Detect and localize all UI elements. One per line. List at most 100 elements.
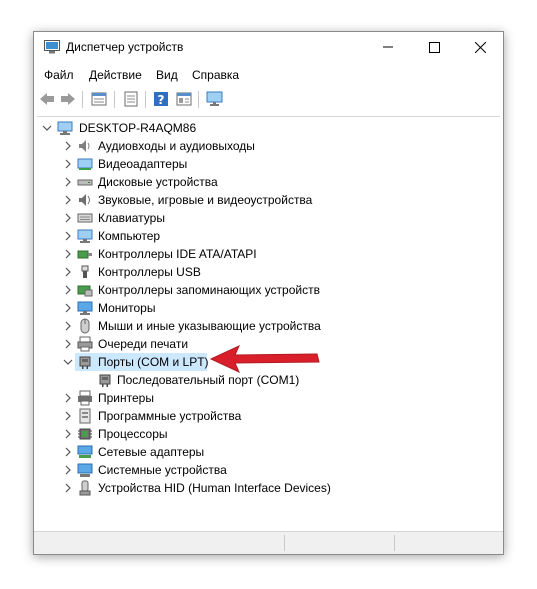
scan-hardware-button[interactable] (206, 90, 224, 108)
toolbar: ? (34, 86, 503, 113)
mouse-icon (80, 318, 90, 334)
tree-category-row[interactable]: Контроллеры запоминающих устройств (37, 281, 500, 299)
tree-item-label: Системные устройства (98, 463, 227, 477)
computer-icon (57, 121, 73, 135)
tree-item-label: Контроллеры USB (98, 265, 201, 279)
usb-icon (81, 265, 89, 278)
speaker-icon (79, 140, 90, 152)
close-button[interactable] (457, 32, 503, 62)
tree-root-label: DESKTOP-R4AQM86 (79, 121, 197, 135)
update-driver-button[interactable] (175, 90, 193, 108)
status-bar (34, 531, 503, 554)
tree-category-row[interactable]: Мониторы (37, 299, 500, 317)
back-button[interactable] (38, 90, 56, 108)
chevron-right-icon[interactable] (63, 177, 73, 187)
help-icon: ? (154, 92, 168, 107)
network-adapter-icon (77, 445, 93, 458)
chevron-right-icon[interactable] (63, 303, 73, 313)
status-separator (394, 535, 395, 551)
menu-action[interactable]: Действие (89, 68, 142, 82)
chevron-right-icon[interactable] (63, 447, 73, 457)
port-icon (99, 374, 111, 387)
help-button[interactable]: ? (152, 90, 170, 108)
annotation-arrow-icon (209, 344, 320, 374)
tree-item-label: Звуковые, игровые и видеоустройства (98, 193, 313, 207)
chevron-right-icon[interactable] (63, 141, 73, 151)
tree-category-row[interactable]: Видеоадаптеры (37, 155, 500, 173)
chevron-right-icon[interactable] (63, 393, 73, 403)
chevron-right-icon[interactable] (63, 411, 73, 421)
menu-help[interactable]: Справка (192, 68, 239, 82)
tree-item-label: Принтеры (98, 391, 154, 405)
chevron-right-icon[interactable] (63, 195, 73, 205)
chevron-down-icon[interactable] (42, 123, 52, 133)
minimize-icon (383, 46, 393, 48)
toolbar-separator (145, 91, 146, 108)
device-manager-window: Диспетчер устройств Файл Действие Вид Сп… (33, 31, 504, 555)
minimize-button[interactable] (365, 32, 411, 62)
menu-file[interactable]: Файл (44, 68, 74, 82)
close-icon (474, 41, 486, 53)
chevron-right-icon[interactable] (63, 465, 73, 475)
toolbar-separator (198, 91, 199, 108)
hid-icon (79, 480, 91, 496)
tree-category-row[interactable]: Сетевые адаптеры (37, 443, 500, 461)
tree-category-row[interactable]: Мыши и иные указывающие устройства (37, 317, 500, 335)
chevron-right-icon[interactable] (63, 483, 73, 493)
tree-category-row[interactable]: Программные устройства (37, 407, 500, 425)
keyboard-icon (77, 213, 93, 223)
chevron-right-icon[interactable] (63, 285, 73, 295)
maximize-button[interactable] (411, 32, 457, 62)
ide-controller-icon (77, 250, 92, 259)
menu-view[interactable]: Вид (156, 68, 178, 82)
properties-button[interactable] (122, 90, 140, 108)
tree-item-label: Процессоры (98, 427, 168, 441)
chevron-right-icon[interactable] (63, 267, 73, 277)
window-title: Диспетчер устройств (66, 40, 184, 54)
tree-item-label: Порты (COM и LPT) (98, 355, 209, 369)
chevron-right-icon[interactable] (63, 159, 73, 169)
chevron-right-icon[interactable] (63, 231, 73, 241)
tree-category-row[interactable]: Дисковые устройства (37, 173, 500, 191)
properties-icon (176, 92, 192, 106)
svg-text:?: ? (158, 93, 165, 107)
system-device-icon (77, 463, 93, 477)
port-icon (79, 356, 91, 369)
chevron-right-icon[interactable] (63, 321, 73, 331)
tree-category-row[interactable]: Контроллеры IDE ATA/ATAPI (37, 245, 500, 263)
tree-category-row[interactable]: Клавиатуры (37, 209, 500, 227)
document-icon (124, 91, 138, 107)
back-icon (40, 93, 54, 105)
tree-item-label: Компьютер (98, 229, 161, 243)
scan-monitor-icon (206, 91, 223, 106)
tree-category-row[interactable]: Процессоры (37, 425, 500, 443)
sound-icon (79, 194, 90, 206)
show-hide-console-tree-button[interactable] (90, 90, 108, 108)
tree-category-row[interactable]: Аудиовходы и аудиовыходы (37, 137, 500, 155)
chevron-down-icon[interactable] (63, 357, 73, 367)
chevron-right-icon[interactable] (63, 429, 73, 439)
tree-category-row[interactable]: Звуковые, игровые и видеоустройства (37, 191, 500, 209)
forward-button[interactable] (59, 90, 77, 108)
tree-item-label: Контроллеры IDE ATA/ATAPI (98, 247, 257, 261)
device-tree[interactable]: DESKTOP-R4AQM86 Аудиовходы и аудиовыходы В… (37, 116, 500, 533)
tree-item-label: Программные устройства (98, 409, 242, 423)
chevron-right-icon[interactable] (63, 213, 73, 223)
toolbar-separator (114, 91, 115, 108)
disk-drive-icon (77, 179, 93, 186)
tree-category-row[interactable]: Контроллеры USB (37, 263, 500, 281)
tree-item-label: Видеоадаптеры (98, 157, 188, 171)
printer-icon (78, 390, 92, 406)
tree-item-label: Дисковые устройства (98, 175, 218, 189)
tree-category-row[interactable]: Устройства HID (Human Interface Devices) (37, 479, 500, 497)
chevron-right-icon[interactable] (63, 249, 73, 259)
tree-category-row[interactable]: Принтеры (37, 389, 500, 407)
tree-root-row[interactable]: DESKTOP-R4AQM86 (37, 119, 500, 137)
processor-icon (78, 428, 92, 440)
tree-category-row[interactable]: Системные устройства (37, 461, 500, 479)
toolbar-separator (82, 91, 83, 108)
title-bar[interactable]: Диспетчер устройств (34, 32, 503, 62)
tree-category-row[interactable]: Компьютер (37, 227, 500, 245)
tree-item-label: Устройства HID (Human Interface Devices) (98, 481, 331, 495)
chevron-right-icon[interactable] (63, 339, 73, 349)
